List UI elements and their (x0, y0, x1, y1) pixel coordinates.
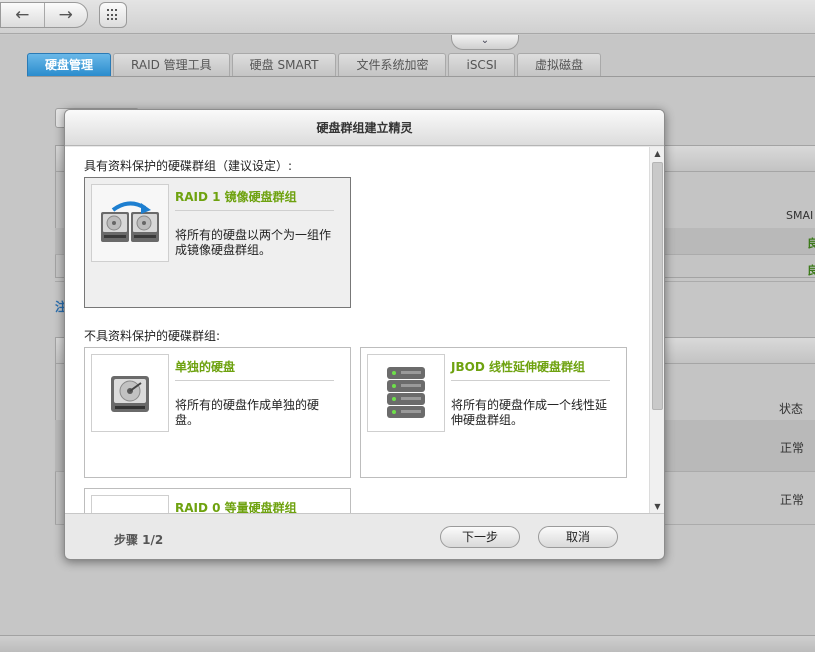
wizard-content: 具有资料保护的硬碟群组（建议设定）: RAID 1 镜像硬盘群组 将所有的硬盘以… (65, 147, 664, 514)
bottom-bar (0, 635, 815, 652)
forward-button[interactable]: → (43, 3, 88, 27)
scroll-down-icon[interactable]: ▼ (650, 500, 664, 513)
status-value: 正常 (780, 441, 805, 455)
collapse-toggle[interactable]: ⌄ (451, 35, 519, 50)
single-disk-option-card[interactable]: 单独的硬盘 将所有的硬盘作成单独的硬盘。 (84, 347, 351, 478)
protected-section-label: 具有资料保护的硬碟群组（建议设定）: (84, 159, 293, 173)
smart-status: 良 (807, 237, 815, 250)
disk-stack-icon (387, 367, 425, 418)
tab-virtual-disk[interactable]: 虚拟磁盘 (516, 53, 601, 76)
top-toolbar: ← → (0, 0, 815, 34)
cancel-button[interactable]: 取消 (538, 526, 618, 548)
tab-filesystem-encryption[interactable]: 文件系统加密 (338, 53, 447, 76)
smart-status: 良 (807, 264, 815, 277)
tab-disk-smart[interactable]: 硬盘 SMART (231, 53, 337, 76)
tab-bar: 硬盘管理 RAID 管理工具 硬盘 SMART 文件系统加密 iSCSI 虚拟磁… (27, 53, 603, 77)
tab-divider (27, 76, 815, 77)
jbod-option-card[interactable]: JBOD 线性延伸硬盘群组 将所有的硬盘作成一个线性延伸硬盘群组。 (360, 347, 627, 478)
raid1-description: 将所有的硬盘以两个为一组作成镜像硬盘群组。 (175, 228, 332, 257)
next-button[interactable]: 下一步 (440, 526, 520, 548)
raid0-title: RAID 0 等量硬盘群组 (175, 499, 334, 513)
back-button[interactable]: ← (1, 3, 44, 27)
scrollbar-thumb[interactable] (652, 162, 663, 410)
hard-disk-icon (111, 376, 149, 412)
jbod-title: JBOD 线性延伸硬盘群组 (451, 358, 610, 381)
raid1-option-card[interactable]: RAID 1 镜像硬盘群组 将所有的硬盘以两个为一组作成镜像硬盘群组。 (84, 177, 351, 308)
smart-column-header: SMAI (786, 209, 814, 222)
single-disk-title: 单独的硬盘 (175, 358, 334, 381)
tab-raid-tools[interactable]: RAID 管理工具 (113, 53, 230, 76)
raid0-option-card[interactable]: RAID 0 等量硬盘群组 (84, 488, 351, 514)
status-value: 正常 (780, 493, 805, 507)
mirror-disks-icon (101, 201, 159, 242)
scroll-up-icon[interactable]: ▲ (650, 147, 664, 161)
unprotected-section-label: 不具资料保护的硬碟群组: (84, 329, 221, 343)
nav-button-group: ← → (0, 2, 88, 28)
vertical-scrollbar[interactable]: ▲ ▼ (649, 147, 664, 513)
back-arrow-icon: ← (15, 5, 30, 25)
single-disk-description: 将所有的硬盘作成单独的硬盘。 (175, 398, 320, 427)
tab-iscsi[interactable]: iSCSI (448, 53, 515, 76)
tab-disk-management[interactable]: 硬盘管理 (27, 53, 112, 76)
jbod-description: 将所有的硬盘作成一个线性延伸硬盘群组。 (451, 398, 608, 427)
grid-icon (107, 9, 119, 21)
status-column-header: 状态 (779, 402, 804, 416)
create-disk-group-wizard: 硬盘群组建立精灵 具有资料保护的硬碟群组（建议设定）: RAID 1 镜像硬盘群… (64, 109, 665, 560)
striped-disks-icon (99, 511, 161, 514)
apps-button[interactable] (99, 2, 127, 28)
raid1-title: RAID 1 镜像硬盘群组 (175, 188, 334, 211)
step-indicator: 步骤 1/2 (114, 533, 164, 547)
forward-arrow-icon: → (58, 5, 73, 25)
chevron-down-icon: ⌄ (480, 35, 490, 46)
dialog-title: 硬盘群组建立精灵 (65, 110, 664, 146)
